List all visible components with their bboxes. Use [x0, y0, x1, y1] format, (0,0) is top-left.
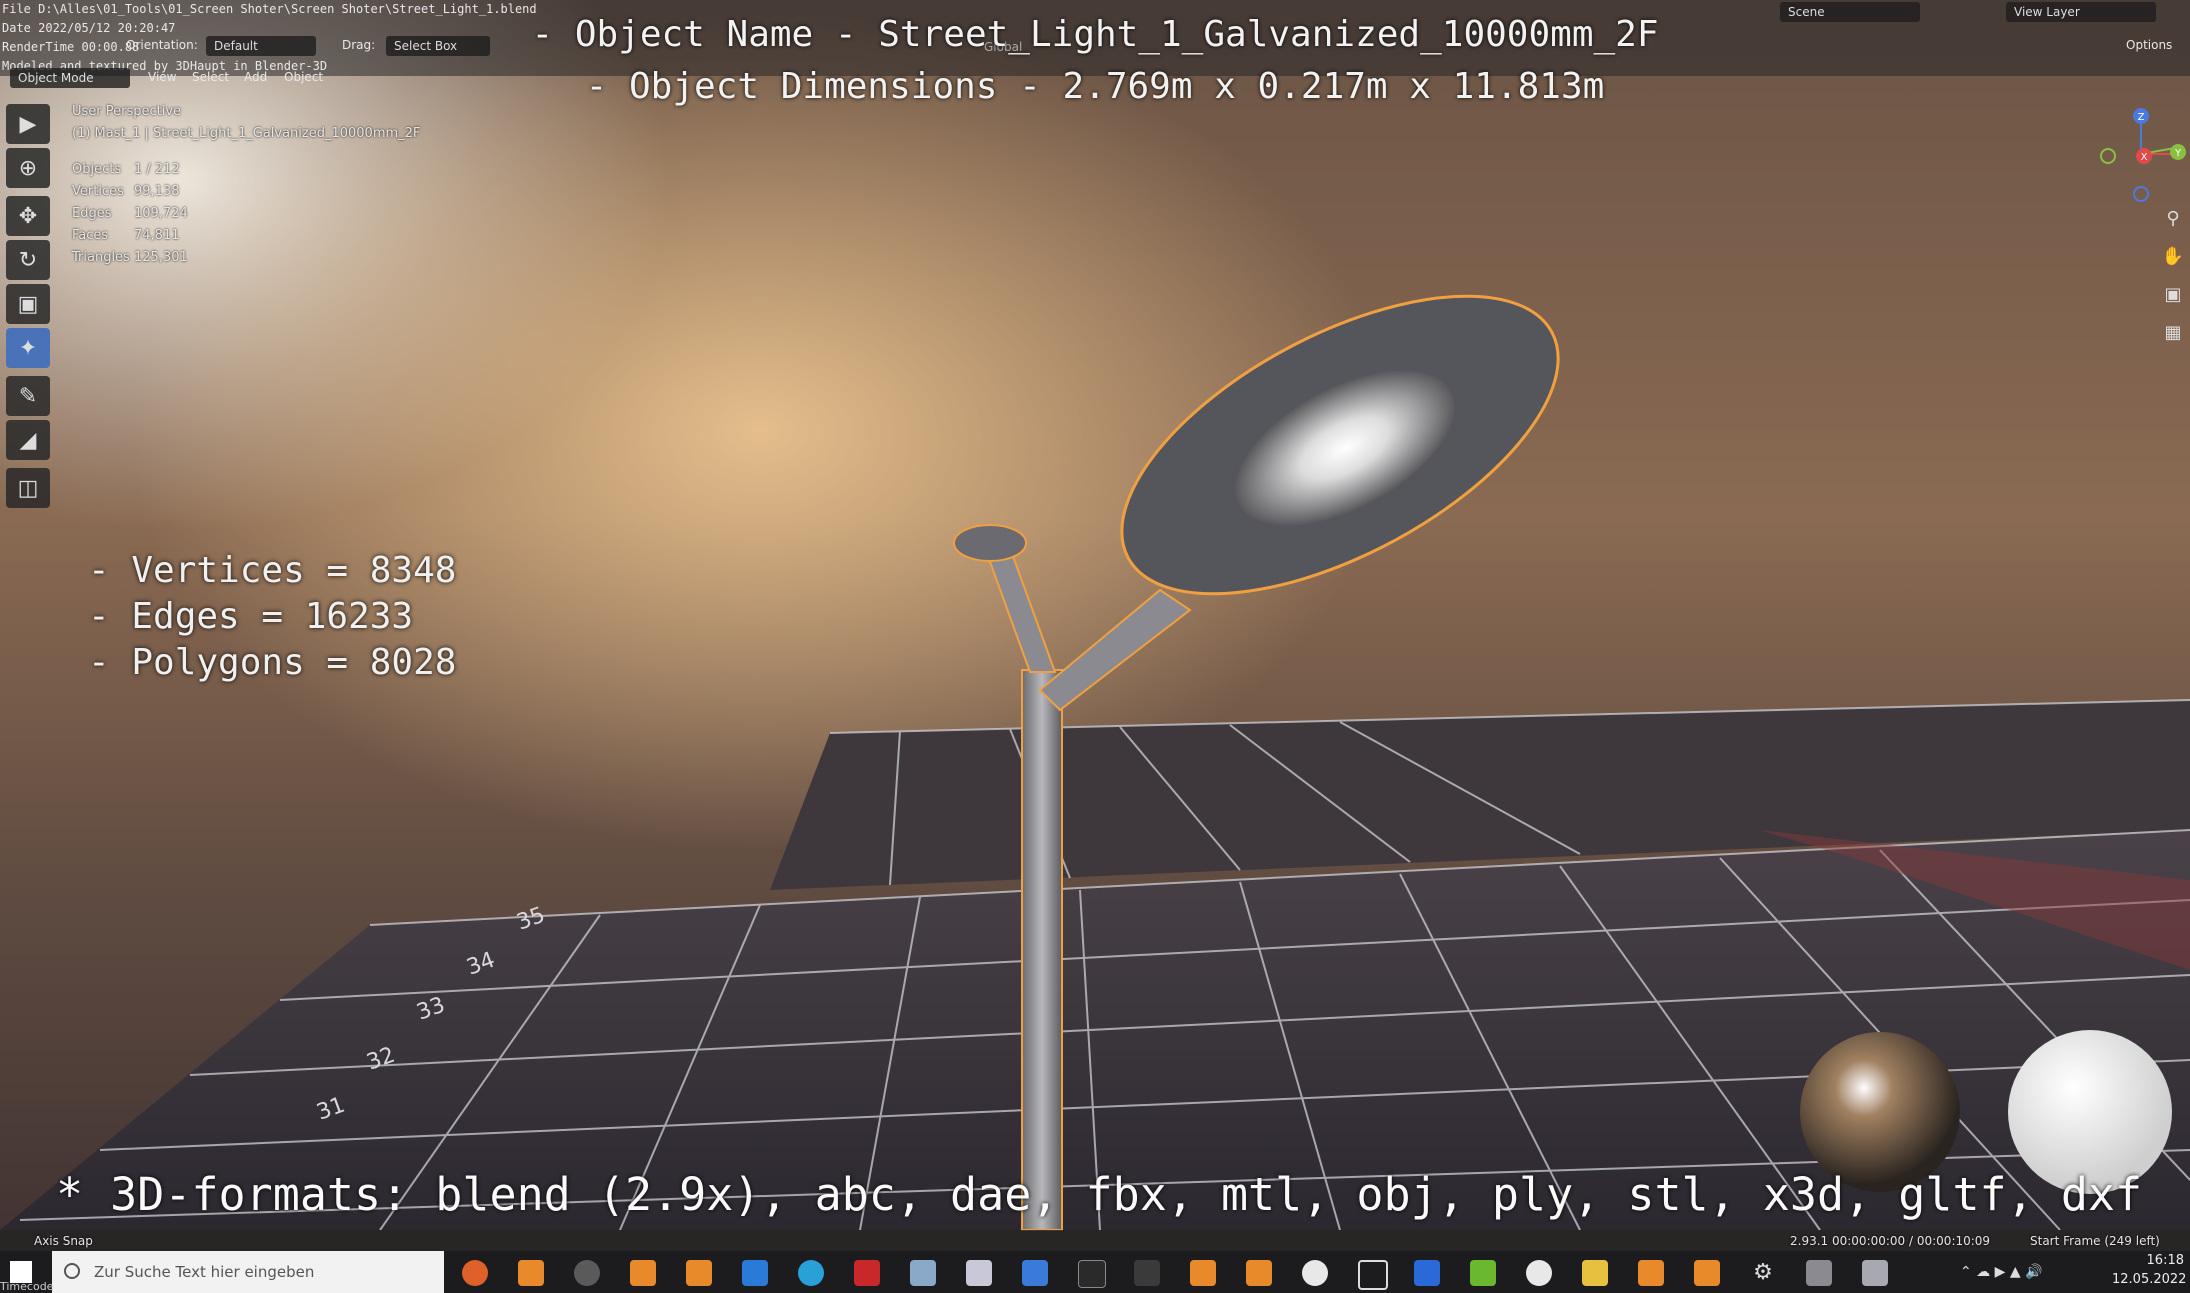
- add-cube-icon[interactable]: ◫: [6, 468, 50, 508]
- select-box-icon[interactable]: ▶: [6, 104, 50, 144]
- active-object-label: (1) Mast_1 | Street_Light_1_Galvanized_1…: [72, 126, 421, 141]
- system-tray-icons[interactable]: ⌃ ☁ ▶ ▲ 🔊: [1960, 1264, 2043, 1280]
- stat-label-edges: Edges: [72, 206, 112, 221]
- stat-vertices: - Vertices = 8348: [88, 550, 457, 591]
- blender-icon[interactable]: [630, 1260, 656, 1286]
- mesh-stats-overlay: - Vertices = 8348 - Edges = 16233 - Poly…: [88, 548, 456, 686]
- stat-value-objects: 1 / 212: [134, 162, 180, 177]
- taskbar-search-input[interactable]: Zur Suche Text hier eingeben: [52, 1251, 444, 1293]
- object-name-title: - Object Name - Street_Light_1_Galvanize…: [531, 14, 1659, 55]
- blender-icon[interactable]: [1246, 1260, 1272, 1286]
- stat-edges: - Edges = 16233: [88, 596, 414, 637]
- timecode-label: Timecode: [0, 1280, 54, 1293]
- blender-icon[interactable]: [518, 1260, 544, 1286]
- tool-shelf: ▶ ⊕ ✥ ↻ ▣ ✦ ✎ ◢ ◫: [6, 104, 52, 509]
- stat-label-triangles: Triangles: [72, 250, 130, 265]
- taskbar-time: 16:18: [2146, 1253, 2184, 1268]
- viewport-nav-tools: ⚲ ✋ ▣ ▦: [2160, 208, 2186, 360]
- pan-hand-icon[interactable]: ✋: [2160, 246, 2186, 274]
- stat-value-faces: 74,811: [134, 228, 180, 243]
- app-icon[interactable]: [1022, 1260, 1048, 1286]
- gear-icon[interactable]: ⚙: [1750, 1260, 1776, 1286]
- grid-view-icon[interactable]: ▦: [2160, 322, 2186, 350]
- app-icon[interactable]: [854, 1260, 880, 1286]
- scale-icon[interactable]: ▣: [6, 284, 50, 324]
- app-icon[interactable]: [1134, 1260, 1160, 1286]
- svg-text:X: X: [2141, 152, 2148, 163]
- version-timecode: 2.93.1 00:00:00:00 / 00:00:10:09: [1790, 1234, 1991, 1248]
- transform-icon[interactable]: ✦: [6, 328, 50, 368]
- formats-caption: * 3D-formats: blend (2.9x), abc, dae, fb…: [56, 1168, 2143, 1221]
- move-icon[interactable]: ✥: [6, 196, 50, 236]
- 3d-viewport[interactable]: 35 34 33 32 31 File D:\Alles\01_Tools\01…: [0, 0, 2190, 1293]
- object-dimensions-title: - Object Dimensions - 2.769m x 0.217m x …: [585, 66, 1605, 107]
- navigation-gizmo[interactable]: Z X Y: [2096, 104, 2186, 214]
- windows-taskbar: Zur Suche Text hier eingeben ⚙ ⌃ ☁ ▶ ▲ 🔊…: [0, 1251, 2190, 1293]
- zoom-icon[interactable]: ⚲: [2160, 208, 2186, 236]
- cube-icon[interactable]: [1358, 1260, 1388, 1290]
- svg-text:Z: Z: [2138, 112, 2145, 123]
- stat-label-faces: Faces: [72, 228, 109, 243]
- measure-icon[interactable]: ◢: [6, 420, 50, 460]
- blender-icon[interactable]: [686, 1260, 712, 1286]
- stat-polygons: - Polygons = 8028: [88, 642, 457, 683]
- app-icon[interactable]: [1862, 1260, 1888, 1286]
- search-icon: [64, 1263, 80, 1279]
- app-icon[interactable]: [1470, 1260, 1496, 1286]
- app-icon[interactable]: [1526, 1260, 1552, 1286]
- taskbar-date: 12.05.2022: [2112, 1272, 2187, 1287]
- blender-icon[interactable]: [1638, 1260, 1664, 1286]
- blender-icon[interactable]: [1694, 1260, 1720, 1286]
- app-icon[interactable]: [574, 1260, 600, 1286]
- annotate-icon[interactable]: ✎: [6, 376, 50, 416]
- stat-value-vertices: 99,138: [134, 184, 180, 199]
- camera-icon[interactable]: ▣: [2160, 284, 2186, 312]
- stat-value-triangles: 125,301: [134, 250, 188, 265]
- svg-text:Y: Y: [2174, 148, 2182, 159]
- mail-icon[interactable]: [742, 1260, 768, 1286]
- stat-label-objects: Objects: [72, 162, 122, 177]
- app-icon[interactable]: [1806, 1260, 1832, 1286]
- app-icon[interactable]: [1302, 1260, 1328, 1286]
- firefox-icon[interactable]: [462, 1260, 488, 1286]
- view-perspective: User Perspective: [72, 104, 182, 119]
- app-icon[interactable]: [910, 1260, 936, 1286]
- stat-label-vertices: Vertices: [72, 184, 124, 199]
- blender-icon[interactable]: [1190, 1260, 1216, 1286]
- terminal-icon[interactable]: [1078, 1260, 1106, 1288]
- app-icon[interactable]: [966, 1260, 992, 1286]
- edge-icon[interactable]: [798, 1260, 824, 1286]
- start-frame-info: Start Frame (249 left): [2030, 1234, 2160, 1248]
- cursor-icon[interactable]: ⊕: [6, 148, 50, 188]
- axis-snap-label: Axis Snap: [34, 1234, 93, 1248]
- rotate-icon[interactable]: ↻: [6, 240, 50, 280]
- stat-value-edges: 109,724: [134, 206, 188, 221]
- folder-icon[interactable]: [1582, 1260, 1608, 1286]
- calendar-icon[interactable]: [1414, 1260, 1440, 1286]
